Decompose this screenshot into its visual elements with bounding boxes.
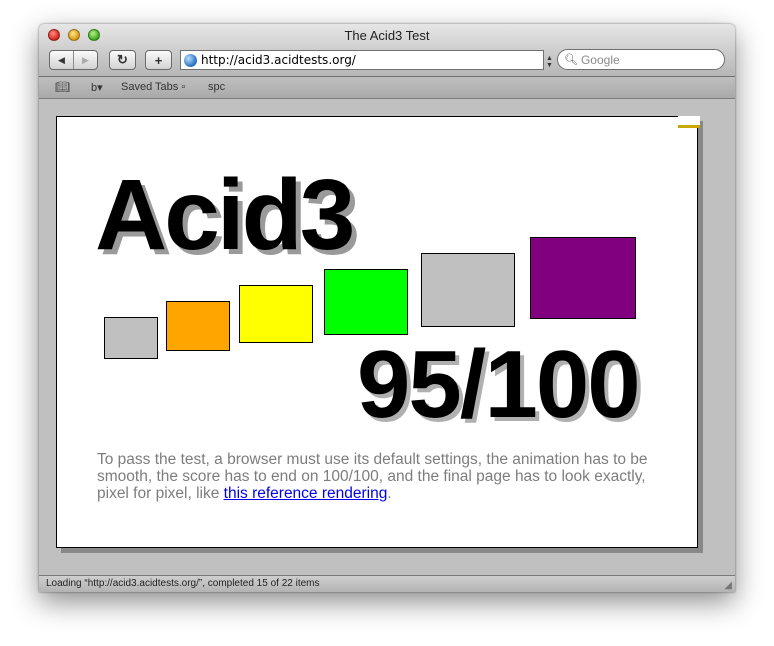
page-corner-mark [678, 116, 700, 128]
forward-button[interactable]: ▶ [74, 51, 97, 69]
test-box-1 [104, 317, 158, 359]
reload-icon: ↻ [117, 52, 128, 67]
back-arrow-icon: ◀ [58, 54, 65, 65]
browser-window: The Acid3 Test ◀ ▶ ↻ + http://acid3.acid… [39, 24, 735, 592]
forward-arrow-icon: ▶ [82, 54, 89, 65]
bookmark-item-saved-tabs[interactable]: Saved Tabs ▫ [121, 81, 185, 93]
book-icon[interactable]: 📖︎ [55, 80, 70, 94]
status-text: Loading “http://acid3.acidtests.org/”, c… [46, 578, 320, 589]
plus-icon: + [154, 52, 163, 68]
page-title: Acid3 [95, 159, 355, 271]
search-placeholder: Google [580, 52, 620, 67]
acid3-page: Acid3 95/100 To pass the test, a browser… [56, 116, 698, 548]
search-icon: 🔍︎ [564, 54, 578, 66]
test-box-3 [239, 285, 313, 343]
reference-rendering-link[interactable]: this reference rendering [224, 485, 388, 502]
globe-icon [184, 53, 197, 67]
description-end: . [387, 485, 392, 502]
status-bar: Loading “http://acid3.acidtests.org/”, c… [39, 575, 735, 592]
test-box-6 [530, 237, 636, 319]
bookmark-item-spc[interactable]: spc [208, 81, 225, 93]
toolbar-area: The Acid3 Test ◀ ▶ ↻ + http://acid3.acid… [39, 24, 735, 77]
bookmark-item-b[interactable]: b▾ [91, 81, 103, 94]
back-forward-group: ◀ ▶ [49, 50, 98, 70]
back-button[interactable]: ◀ [50, 51, 74, 69]
address-history-chevron-icon[interactable]: ▲ ▼ [546, 55, 553, 69]
search-field[interactable]: 🔍︎ Google [557, 49, 725, 70]
test-box-2 [166, 301, 230, 351]
score-text: 95/100 [357, 331, 641, 438]
window-title: The Acid3 Test [344, 28, 430, 43]
reload-button[interactable]: ↻ [109, 50, 136, 70]
resize-grip-icon[interactable]: ◢ [724, 580, 732, 591]
add-bookmark-button[interactable]: + [145, 50, 172, 70]
description-paragraph: To pass the test, a browser must use its… [97, 451, 677, 502]
test-box-5 [421, 253, 515, 327]
bookmarks-bar: 📖︎ b▾ Saved Tabs ▫ spc [39, 77, 735, 99]
test-box-4 [324, 269, 408, 335]
address-text: http://acid3.acidtests.org/ [201, 53, 356, 67]
address-bar[interactable]: http://acid3.acidtests.org/ [180, 50, 544, 70]
